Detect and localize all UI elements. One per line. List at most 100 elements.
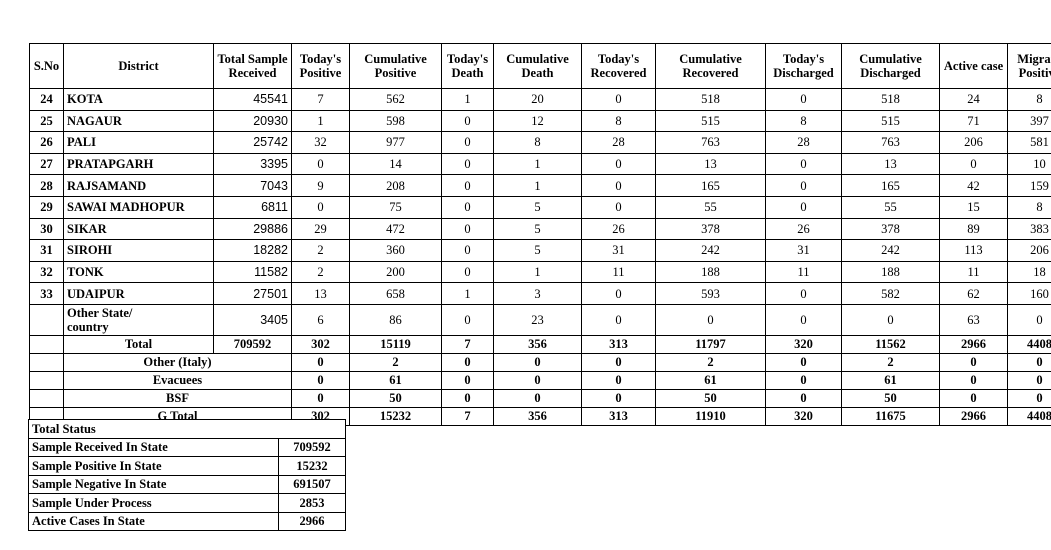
cell-cumulative-death: 356 (493, 406, 582, 426)
cell-cumulative-death: 356 (493, 334, 582, 354)
table-row-other-italy: Other (Italy) 0 2 0 0 0 2 0 2 0 0 (29, 352, 1051, 372)
cell-todays-death: 1 (441, 88, 494, 111)
cell-sno-empty (29, 370, 64, 390)
col-header-sno-line1: S.No (33, 59, 60, 73)
cell-active-case: 62 (939, 282, 1008, 305)
cell-cumulative-positive: 977 (349, 131, 442, 154)
cell-todays-death: 0 (441, 174, 494, 197)
cell-cumulative-discharged: 11562 (841, 334, 940, 354)
cell-todays-recovered: 0 (581, 195, 656, 219)
cell-cumulative-discharged: 55 (841, 195, 940, 219)
cell-cumulative-positive: 598 (349, 109, 442, 133)
cell-todays-recovered: 313 (581, 406, 656, 426)
cell-migrant-positive: 0 (1007, 303, 1051, 336)
cell-todays-discharged: 320 (765, 334, 842, 354)
cell-todays-discharged: 26 (765, 217, 842, 241)
cell-sub-label: Evacuees (63, 370, 292, 390)
cell-todays-discharged: 0 (765, 388, 842, 408)
cell-cumulative-discharged: 515 (841, 109, 940, 133)
cell-migrant-positive: 10 (1007, 152, 1051, 176)
cell-district: UDAIPUR (63, 282, 214, 305)
total-status-table-body: Total Status Sample Received In State 70… (27, 419, 347, 531)
cell-cumulative-discharged: 518 (841, 88, 940, 111)
col-header-cumulative-discharged-line2: Discharged (860, 66, 921, 80)
cell-sub-label: BSF (63, 388, 292, 408)
cell-migrant-positive: 206 (1007, 239, 1051, 262)
cell-cumulative-death: 1 (493, 260, 582, 284)
cell-todays-recovered: 31 (581, 239, 656, 262)
cell-district: PRATAPGARH (63, 152, 214, 176)
cell-cumulative-discharged: 378 (841, 217, 940, 241)
cell-district: SAWAI MADHOPUR (63, 195, 214, 219)
cell-active-case: 0 (939, 152, 1008, 176)
cell-sno-empty (29, 388, 64, 408)
cell-todays-discharged: 0 (765, 174, 842, 197)
cell-cumulative-positive: 86 (349, 303, 442, 336)
cell-cumulative-discharged: 2 (841, 352, 940, 372)
cell-todays-recovered: 0 (581, 388, 656, 408)
col-header-todays-recovered: Today's Recovered (581, 43, 656, 89)
cell-cumulative-death: 23 (493, 303, 582, 336)
col-header-cumulative-recovered-line2: Recovered (682, 66, 739, 80)
cell-todays-recovered: 28 (581, 131, 656, 154)
cell-sno: 26 (29, 131, 64, 154)
cell-total-sample: 18282 (213, 239, 292, 262)
cell-todays-discharged: 320 (765, 406, 842, 426)
cell-district: RAJSAMAND (63, 174, 214, 197)
cell-active-case: 2966 (939, 334, 1008, 354)
cell-migrant-positive: 8 (1007, 88, 1051, 111)
cell-sub-label: Other (Italy) (63, 352, 292, 372)
header-row: S.No District Total Sample Received Toda… (29, 43, 1051, 89)
cell-migrant-positive: 4408 (1007, 334, 1051, 354)
cell-todays-discharged: 0 (765, 352, 842, 372)
cell-todays-death: 0 (441, 260, 494, 284)
cell-todays-positive: 0 (291, 370, 350, 390)
cell-todays-death: 1 (441, 282, 494, 305)
col-header-todays-positive-line2: Positive (299, 66, 342, 80)
cell-todays-recovered: 0 (581, 282, 656, 305)
cell-active-case: 71 (939, 109, 1008, 133)
cell-cumulative-positive: 360 (349, 239, 442, 262)
cell-migrant-positive: 160 (1007, 282, 1051, 305)
cell-cumulative-death: 20 (493, 88, 582, 111)
cell-todays-positive: 2 (291, 239, 350, 262)
cell-cumulative-recovered: 11797 (655, 334, 766, 354)
cell-total-sample: 709592 (213, 334, 292, 354)
cell-district: NAGAUR (63, 109, 214, 133)
cell-todays-positive: 302 (291, 334, 350, 354)
total-status-title-row: Total Status (27, 419, 347, 439)
cell-cumulative-discharged: 0 (841, 303, 940, 336)
cell-migrant-positive: 18 (1007, 260, 1051, 284)
cell-cumulative-recovered: 55 (655, 195, 766, 219)
col-header-todays-death: Today's Death (441, 43, 494, 89)
cell-district: PALI (63, 131, 214, 154)
cell-sno: 29 (29, 195, 64, 219)
cell-cumulative-death: 1 (493, 174, 582, 197)
cell-cumulative-recovered: 0 (655, 303, 766, 336)
cell-todays-discharged: 0 (765, 303, 842, 336)
col-header-cumulative-discharged: Cumulative Discharged (841, 43, 940, 89)
cell-cumulative-recovered: 763 (655, 131, 766, 154)
cell-cumulative-discharged: 188 (841, 260, 940, 284)
cell-total-sample: 11582 (213, 260, 292, 284)
cell-cumulative-positive: 562 (349, 88, 442, 111)
total-status-row: Active Cases In State 2966 (28, 511, 347, 531)
cell-todays-recovered: 0 (581, 352, 656, 372)
cell-sno: 24 (29, 88, 64, 111)
cell-cumulative-recovered: 378 (655, 217, 766, 241)
cell-total-sample: 6811 (213, 195, 292, 219)
col-header-cumulative-death-line2: Death (521, 66, 554, 80)
cell-sno: 32 (29, 260, 64, 284)
summary-label-sample-positive: Sample Positive In State (28, 456, 279, 476)
cell-active-case: 2966 (939, 406, 1008, 426)
col-header-todays-discharged-line2: Discharged (773, 66, 834, 80)
col-header-sno: S.No (29, 43, 64, 89)
col-header-active-case-line1: Active case (943, 59, 1004, 73)
cell-cumulative-recovered: 13 (655, 152, 766, 176)
cell-todays-discharged: 0 (765, 88, 842, 111)
summary-value-active-cases: 2966 (277, 511, 347, 531)
summary-value-sample-positive: 15232 (277, 456, 347, 476)
district-statistics-table: S.No District Total Sample Received Toda… (29, 43, 1051, 426)
cell-cumulative-recovered: 11910 (655, 406, 766, 426)
cell-todays-death: 7 (441, 334, 494, 354)
